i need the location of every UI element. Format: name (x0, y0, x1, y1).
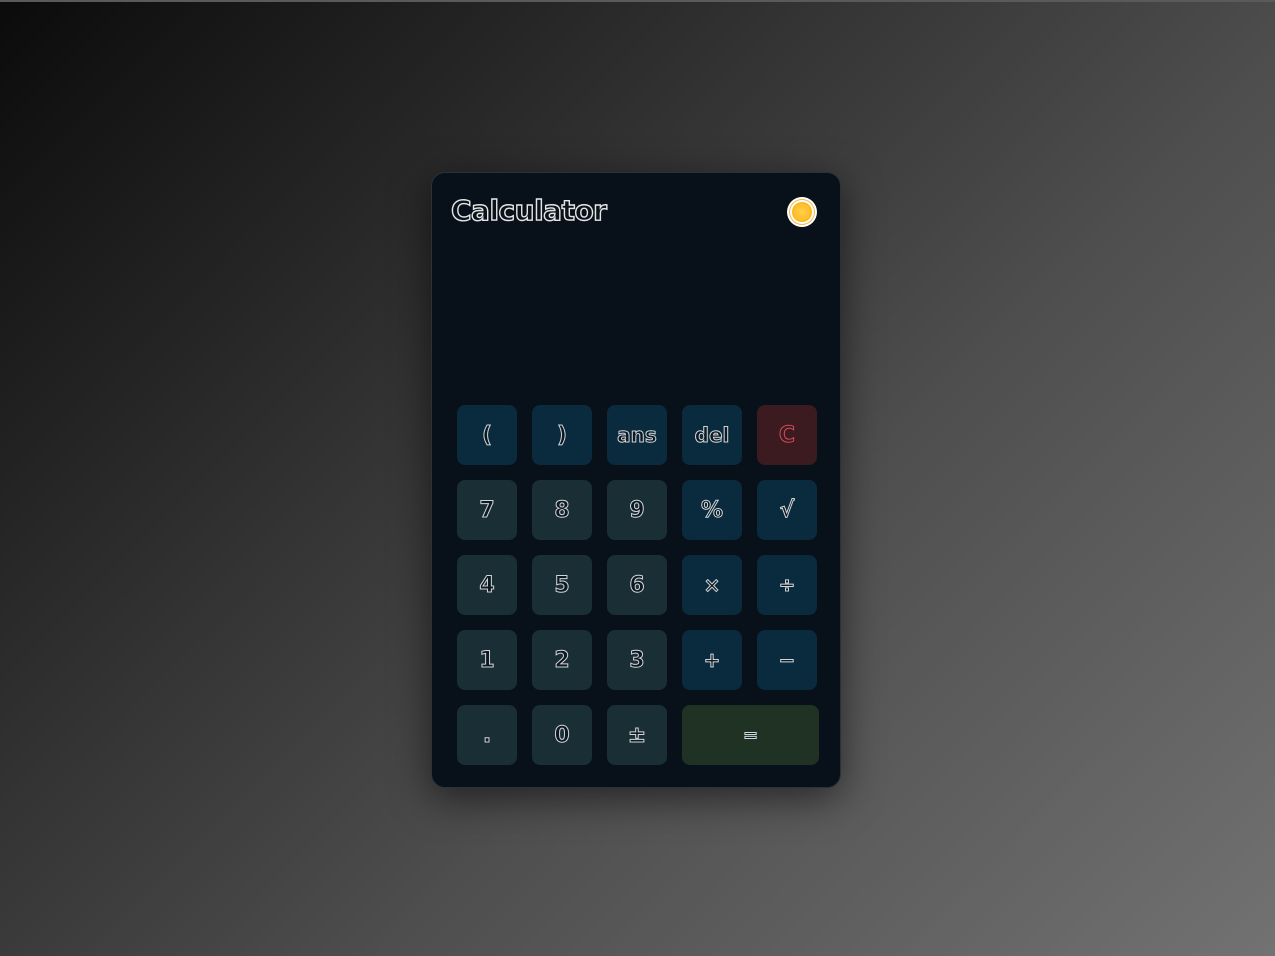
percent-button[interactable]: % (682, 480, 742, 540)
calculator-display (451, 243, 821, 393)
digit-2-button[interactable]: 2 (532, 630, 592, 690)
plus-minus-button[interactable]: ± (607, 705, 667, 765)
digit-0-button[interactable]: 0 (532, 705, 592, 765)
sqrt-button[interactable]: √ (757, 480, 817, 540)
calculator-card: Calculator ( ) ans del C 7 8 9 % √ 4 5 6… (431, 172, 841, 788)
ans-button[interactable]: ans (607, 405, 667, 465)
app-title: Calculator (450, 193, 607, 227)
digit-8-button[interactable]: 8 (532, 480, 592, 540)
clear-button[interactable]: C (757, 405, 817, 465)
digit-5-button[interactable]: 5 (532, 555, 592, 615)
window-top-border (0, 0, 1275, 2)
multiply-button[interactable]: × (682, 555, 742, 615)
close-paren-button[interactable]: ) (532, 405, 592, 465)
digit-7-button[interactable]: 7 (457, 480, 517, 540)
decimal-button[interactable]: . (457, 705, 517, 765)
digit-9-button[interactable]: 9 (607, 480, 667, 540)
theme-toggle-button[interactable] (787, 197, 817, 227)
equals-button[interactable]: = (682, 705, 819, 765)
sun-icon (792, 202, 812, 222)
add-button[interactable]: + (682, 630, 742, 690)
digit-4-button[interactable]: 4 (457, 555, 517, 615)
display-result (451, 267, 821, 311)
open-paren-button[interactable]: ( (457, 405, 517, 465)
delete-button[interactable]: del (682, 405, 742, 465)
digit-1-button[interactable]: 1 (457, 630, 517, 690)
digit-3-button[interactable]: 3 (607, 630, 667, 690)
subtract-button[interactable]: − (757, 630, 817, 690)
display-expression (451, 243, 821, 267)
digit-6-button[interactable]: 6 (607, 555, 667, 615)
divide-button[interactable]: ÷ (757, 555, 817, 615)
